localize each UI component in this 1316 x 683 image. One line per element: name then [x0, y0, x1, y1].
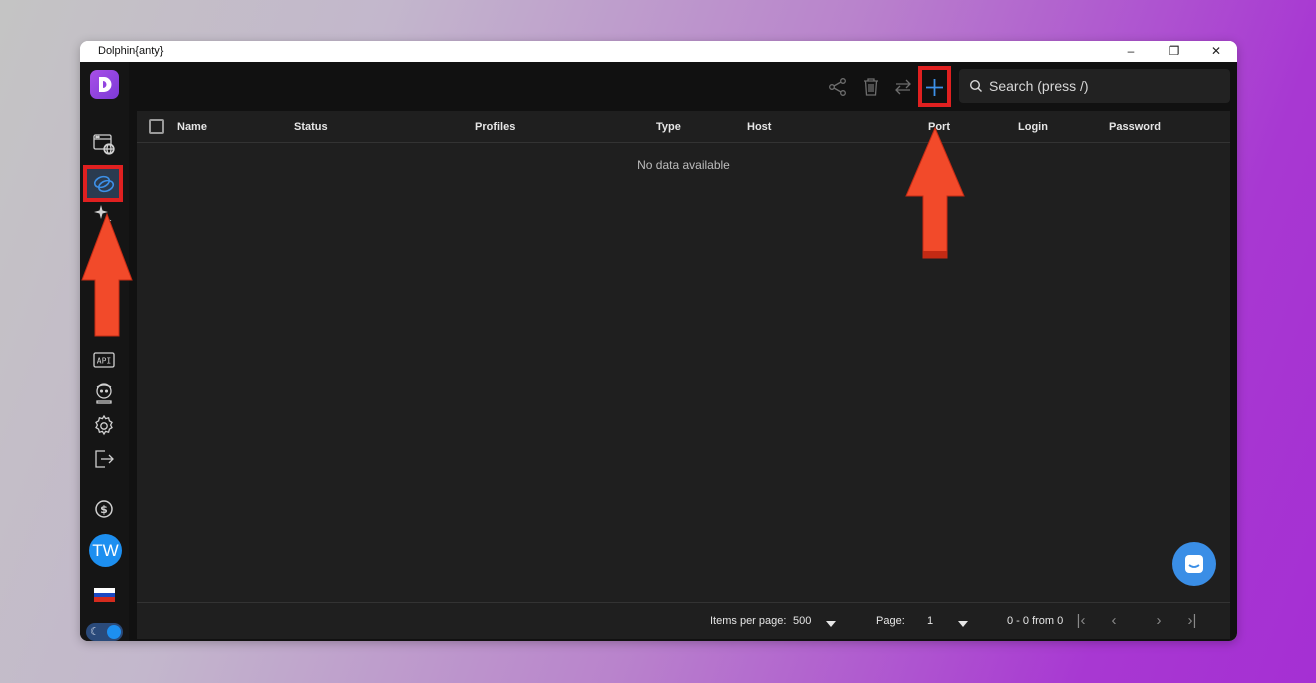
- column-header-name[interactable]: Name: [177, 121, 207, 133]
- first-page-icon[interactable]: |‹: [1070, 610, 1092, 632]
- theme-toggle[interactable]: ☾: [86, 623, 123, 641]
- chat-icon: [1185, 555, 1203, 573]
- close-button[interactable]: ✕: [1201, 43, 1231, 59]
- dollar-coin-icon[interactable]: $: [92, 497, 116, 521]
- page-label: Page:: [876, 615, 905, 627]
- prev-page-icon[interactable]: ‹: [1103, 610, 1125, 632]
- api-icon[interactable]: API: [92, 348, 116, 372]
- page-select[interactable]: 1: [927, 615, 933, 627]
- share-icon[interactable]: [827, 76, 849, 98]
- search-input[interactable]: [989, 69, 1224, 103]
- app-body: API $ TW ☾ Search (press /) Name Status …: [80, 62, 1237, 641]
- restore-button[interactable]: ❐: [1159, 43, 1189, 59]
- window-title: Dolphin{anty}: [98, 45, 164, 57]
- add-proxy-button[interactable]: [918, 66, 951, 107]
- title-bar: Dolphin{anty} – ❐ ✕: [80, 41, 1237, 62]
- sidebar: API $ TW ☾: [80, 62, 129, 641]
- moon-icon: ☾: [90, 626, 100, 638]
- table-header: Name Status Profiles Type Host Port Logi…: [137, 111, 1230, 143]
- column-header-status[interactable]: Status: [294, 121, 328, 133]
- trash-icon[interactable]: [860, 76, 882, 98]
- user-avatar[interactable]: TW: [89, 534, 122, 567]
- search-box: [959, 69, 1230, 103]
- user-face-icon[interactable]: [92, 381, 116, 405]
- gear-icon[interactable]: [92, 414, 116, 438]
- svg-text:API: API: [97, 357, 112, 366]
- column-header-password[interactable]: Password: [1109, 121, 1161, 133]
- column-header-type[interactable]: Type: [656, 121, 681, 133]
- column-header-host[interactable]: Host: [747, 121, 771, 133]
- range-text: 0 - 0 from 0: [1007, 615, 1064, 627]
- column-header-login[interactable]: Login: [1018, 121, 1048, 133]
- proxy-table: Name Status Profiles Type Host Port Logi…: [137, 111, 1230, 639]
- next-page-icon[interactable]: ›: [1148, 610, 1170, 632]
- select-all-checkbox[interactable]: [149, 119, 164, 134]
- add-button-arrow-annotation: [905, 126, 965, 259]
- proxy-link-icon[interactable]: [92, 172, 116, 196]
- sidebar-arrow-annotation: [81, 212, 133, 337]
- logout-icon[interactable]: [92, 447, 116, 471]
- swap-arrows-icon[interactable]: [892, 76, 914, 98]
- support-chat-button[interactable]: [1172, 542, 1216, 586]
- toggle-knob: [107, 625, 121, 639]
- last-page-icon[interactable]: ›|: [1181, 610, 1203, 632]
- page-chevron-icon[interactable]: [958, 618, 968, 630]
- column-header-profiles[interactable]: Profiles: [475, 121, 515, 133]
- minimize-button[interactable]: –: [1116, 43, 1146, 59]
- dolphin-logo[interactable]: [90, 70, 119, 99]
- items-per-page-label: Items per page:: [710, 615, 787, 627]
- app-window: Dolphin{anty} – ❐ ✕ API $ TW ☾ Search (p…: [80, 41, 1237, 641]
- svg-text:$: $: [100, 503, 108, 516]
- plus-icon: [926, 79, 943, 96]
- table-footer: Items per page: 500 Page: 1 0 - 0 from 0…: [137, 602, 1230, 639]
- search-icon: [969, 79, 982, 92]
- items-per-page-select[interactable]: 500: [793, 615, 811, 627]
- browser-globe-icon[interactable]: [92, 132, 116, 156]
- language-flag-icon[interactable]: [94, 588, 115, 602]
- items-per-page-chevron-icon[interactable]: [826, 618, 836, 630]
- empty-state-text: No data available: [637, 158, 730, 172]
